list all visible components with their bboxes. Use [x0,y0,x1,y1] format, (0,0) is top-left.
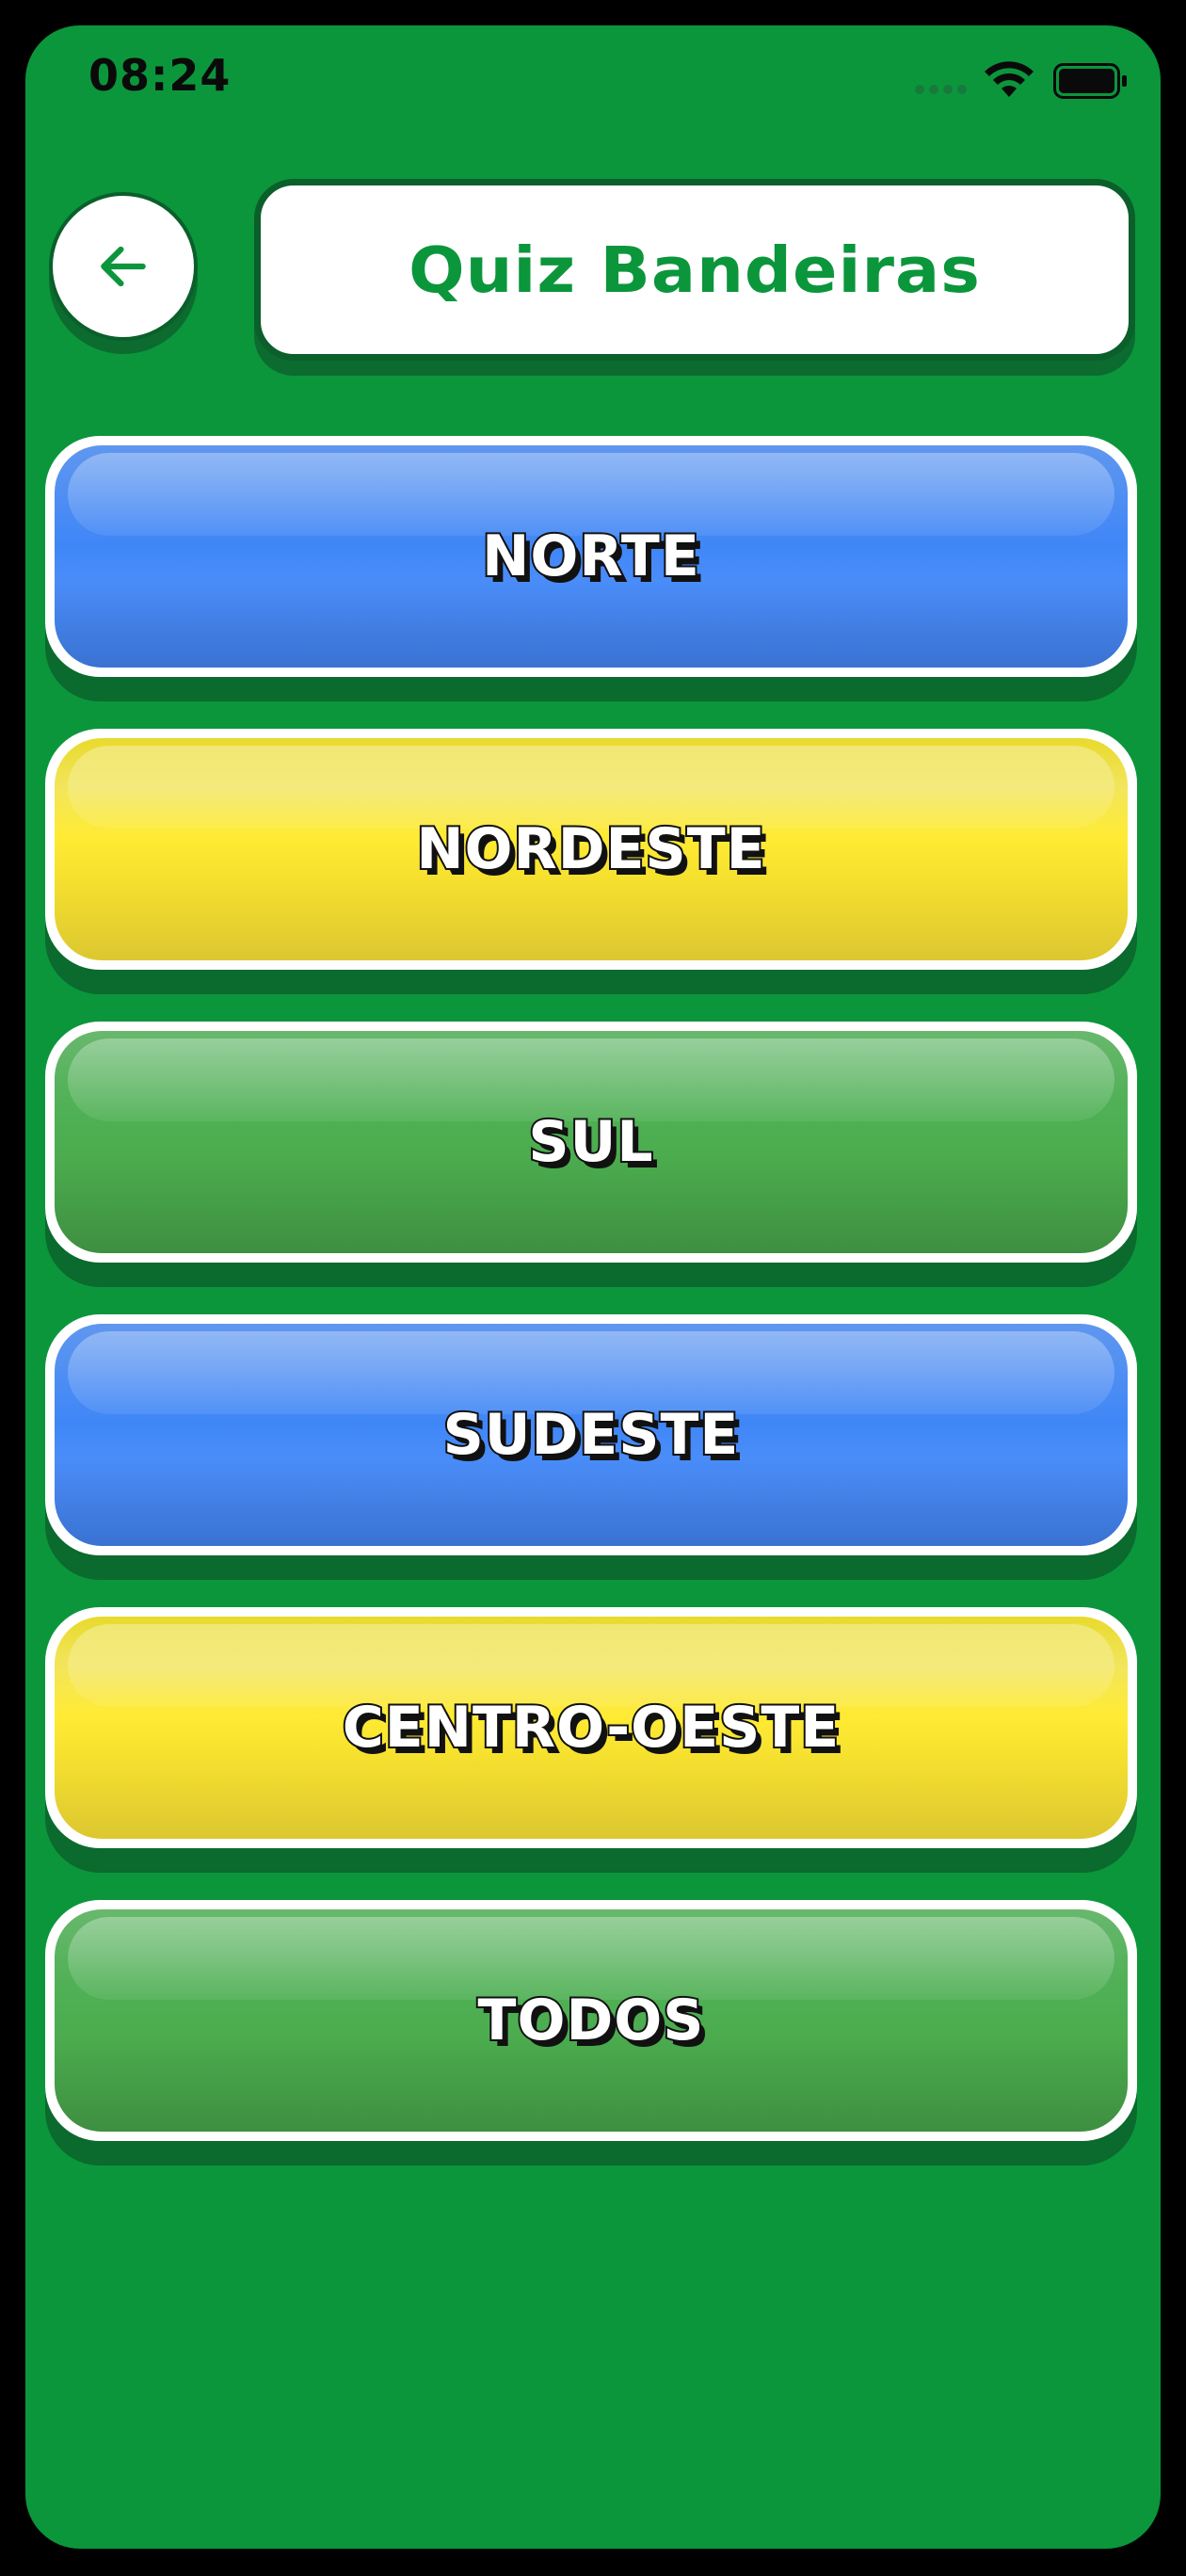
button-face: SUL [55,1031,1128,1253]
button-face: SUDESTE [55,1324,1128,1546]
region-label: TODOS [476,1986,706,2055]
region-button-sudeste[interactable]: SUDESTE [45,1314,1137,1555]
region-label: CENTRO-OESTE [341,1693,841,1763]
button-face: TODOS [55,1909,1128,2132]
region-button-sul[interactable]: SUL [45,1022,1137,1263]
region-label: NORTE [480,522,701,591]
region-menu: NORTE NORDESTE SUL SUDESTE CENTRO-OESTE … [25,25,1161,2549]
device-frame: 08:24 Quiz Bandeiras NORTE NORDESTE SUL … [0,0,1186,2576]
button-face: CENTRO-OESTE [55,1617,1128,1839]
button-face: NORTE [55,445,1128,668]
region-button-nordeste[interactable]: NORDESTE [45,729,1137,970]
region-label: SUDESTE [441,1400,741,1470]
region-button-todos[interactable]: TODOS [45,1900,1137,2141]
button-face: NORDESTE [55,738,1128,960]
app-screen: 08:24 Quiz Bandeiras NORTE NORDESTE SUL … [25,25,1161,2549]
region-button-norte[interactable]: NORTE [45,436,1137,677]
region-button-centro-oeste[interactable]: CENTRO-OESTE [45,1607,1137,1848]
region-label: NORDESTE [414,814,766,884]
region-label: SUL [526,1107,654,1177]
